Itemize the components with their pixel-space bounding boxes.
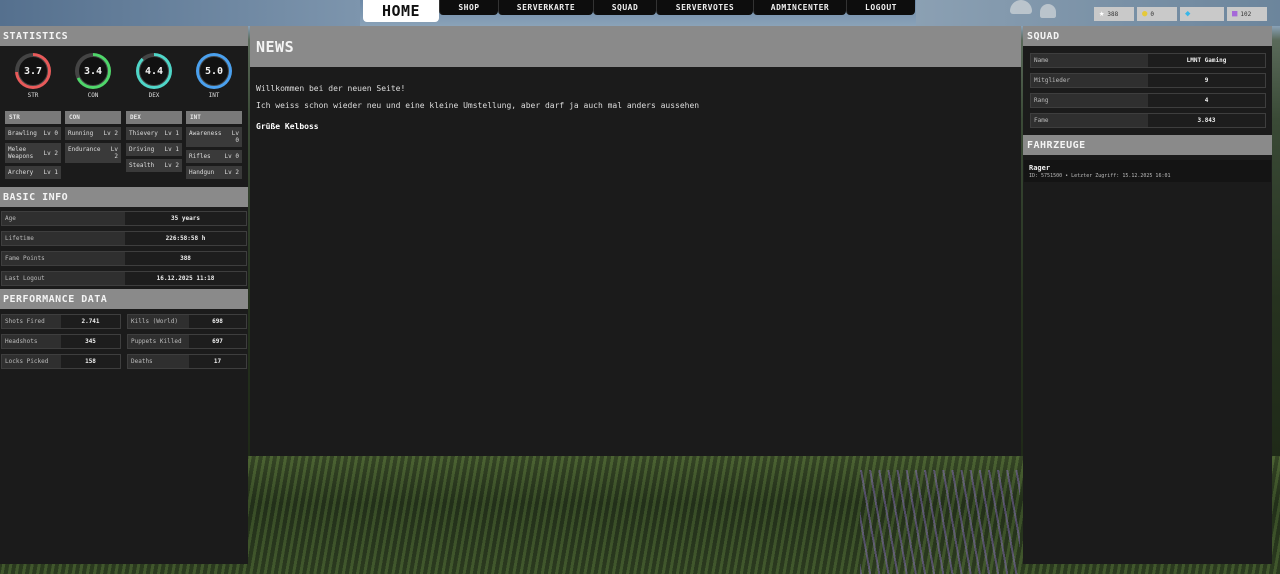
- skill-column-int: INT Awareness Lv 0 Rifles Lv 0 Handgun Lv 2: [186, 111, 242, 182]
- squad-row: Name LMNT Gaming: [1030, 53, 1266, 68]
- skill-column-con: CON Running Lv 2 Endurance Lv 2: [65, 111, 121, 166]
- squad-row: Mitglieder 9: [1030, 73, 1266, 88]
- background-sky: [0, 0, 360, 26]
- performance-title: PERFORMANCE DATA: [0, 289, 248, 309]
- vehicle-item[interactable]: Rager ID: 5751500 • Letzter Zugriff: 15.…: [1024, 160, 1271, 182]
- skill-item: Archery Lv 1: [5, 166, 61, 179]
- background-flowers: [860, 470, 1020, 574]
- news-title: NEWS: [250, 26, 1021, 67]
- news-signature: Grüße Kelboss: [256, 122, 319, 131]
- squad-row: Rang 4: [1030, 93, 1266, 108]
- nav-admincenter[interactable]: ADMINCENTER: [753, 0, 846, 15]
- skill-column-head: CON: [65, 111, 121, 124]
- news-line: Willkommen bei der neuen Seite!: [256, 84, 406, 93]
- performance-row: Deaths 17: [127, 354, 247, 369]
- statistics-title: STATISTICS: [0, 26, 248, 46]
- performance-row: Kills (World) 698: [127, 314, 247, 329]
- vehicles-title: FAHRZEUGE: [1023, 135, 1272, 155]
- performance-row: Puppets Killed 697: [127, 334, 247, 349]
- news-line: Ich weiss schon wieder neu und eine klei…: [256, 101, 700, 110]
- str-ring-label: STR: [27, 92, 39, 99]
- skill-item: Endurance Lv 2: [65, 143, 121, 163]
- skill-item: Thievery Lv 1: [126, 127, 182, 140]
- str-ring: 3.7: [15, 53, 51, 89]
- nav-home[interactable]: HOME: [363, 0, 439, 22]
- basic-info-row: Lifetime 226:58:58 h: [1, 231, 247, 246]
- skill-column-head: DEX: [126, 111, 182, 124]
- nav-logout[interactable]: LOGOUT: [846, 0, 915, 15]
- skill-item: Driving Lv 1: [126, 143, 182, 156]
- performance-row: Locks Picked 158: [1, 354, 121, 369]
- basic-info-title: BASIC INFO: [0, 187, 248, 207]
- nav-serverkarte[interactable]: SERVERKARTE: [498, 0, 593, 15]
- currency-fame: ★ 388: [1094, 7, 1134, 21]
- performance-row: Headshots 345: [1, 334, 121, 349]
- skill-item: Handgun Lv 2: [186, 166, 242, 179]
- currency-coins: ● 0: [1137, 7, 1177, 21]
- main-nav: HOME SHOP SERVERKARTE SQUAD SERVERVOTES …: [363, 0, 915, 22]
- skill-item: Awareness Lv 0: [186, 127, 242, 147]
- skill-item: Brawling Lv 0: [5, 127, 61, 140]
- con-ring-label: CON: [87, 92, 99, 99]
- vehicle-name: Rager: [1029, 164, 1051, 172]
- nav-servervotes[interactable]: SERVERVOTES: [656, 0, 753, 15]
- ticket-icon: ■: [1232, 9, 1238, 19]
- dex-ring-label: DEX: [148, 92, 160, 99]
- star-icon: ★: [1099, 9, 1105, 19]
- con-ring: 3.4: [75, 53, 111, 89]
- skill-item: Melee Weapons Lv 2: [5, 143, 61, 163]
- currency-gems: ◆: [1180, 7, 1224, 21]
- skill-item: Stealth Lv 2: [126, 159, 182, 172]
- basic-info-row: Last Logout 16.12.2025 11:18: [1, 271, 247, 286]
- squad-title: SQUAD: [1023, 26, 1272, 46]
- nav-squad[interactable]: SQUAD: [593, 0, 656, 15]
- int-ring: 5.0: [196, 53, 232, 89]
- skill-item: Rifles Lv 0: [186, 150, 242, 163]
- gem-icon: ◆: [1185, 9, 1191, 19]
- coin-icon: ●: [1142, 9, 1148, 19]
- basic-info-row: Fame Points 388: [1, 251, 247, 266]
- currency-tickets: ■ 102: [1227, 7, 1267, 21]
- skill-column-str: STR Brawling Lv 0 Melee Weapons Lv 2 Arche…: [5, 111, 61, 182]
- skill-column-dex: DEX Thievery Lv 1 Driving Lv 1 Stealth Lv 2: [126, 111, 182, 175]
- parachute-decoration: [1040, 4, 1056, 18]
- basic-info-row: Age 35 years: [1, 211, 247, 226]
- nav-shop[interactable]: SHOP: [439, 0, 498, 15]
- int-ring-label: INT: [208, 92, 220, 99]
- skill-column-head: STR: [5, 111, 61, 124]
- dex-ring: 4.4: [136, 53, 172, 89]
- skill-item: Running Lv 2: [65, 127, 121, 140]
- skill-column-head: INT: [186, 111, 242, 124]
- vehicle-meta: ID: 5751500 • Letzter Zugriff: 15.12.202…: [1029, 173, 1171, 179]
- squad-row: Fame 3.843: [1030, 113, 1266, 128]
- performance-row: Shots Fired 2.741: [1, 314, 121, 329]
